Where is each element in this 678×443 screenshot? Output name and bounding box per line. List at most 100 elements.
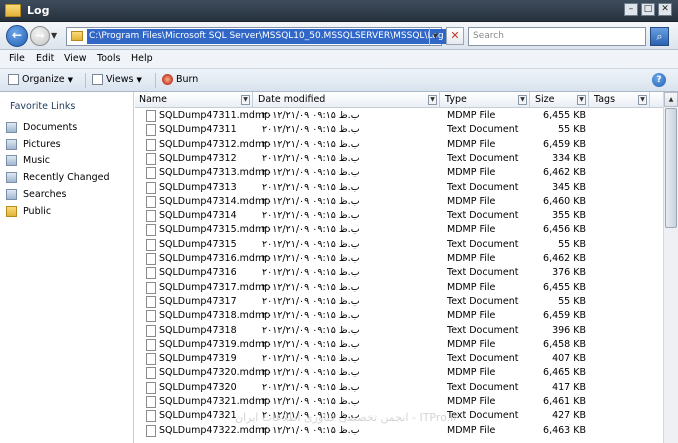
table-row[interactable]: SQLDump47318 ۲۰۱۲/۲۱/۰۹ ب.ظ ۰۹:۱۵ Text Doc… xyxy=(135,324,663,338)
column-header-type[interactable]: Type ▼ xyxy=(441,92,530,108)
file-date: ۲۰۱۲/۲۱/۰۹ ب.ظ ۰۹:۱۵ xyxy=(262,367,360,379)
address-field[interactable]: C:\Program Files\Microsoft SQL Server\MS… xyxy=(66,27,446,46)
recently-changed-icon xyxy=(6,171,17,183)
file-icon xyxy=(146,324,156,337)
menu-tools[interactable]: Tools xyxy=(97,53,120,64)
file-name: SQLDump47314 xyxy=(159,210,237,222)
table-row[interactable]: SQLDump47316 ۲۰۱۲/۲۱/۰۹ ب.ظ ۰۹:۱۵ Text Doc… xyxy=(135,266,663,280)
menu-help[interactable]: Help xyxy=(131,53,153,64)
file-name: SQLDump47321.mdmp xyxy=(159,396,271,407)
chevron-down-icon[interactable]: ▼ xyxy=(518,95,527,105)
file-size: 6,456 KB xyxy=(543,224,586,236)
table-row[interactable]: SQLDump47320.mdmp ۲۰۱۲/۲۱/۰۹ ب.ظ ۰۹:۱۵ MDM… xyxy=(135,366,663,380)
file-icon xyxy=(146,181,156,194)
chevron-down-icon[interactable]: ▼ xyxy=(51,31,57,40)
table-row[interactable]: SQLDump47318.mdmp ۲۰۱۲/۲۱/۰۹ ب.ظ ۰۹:۱۵ MDM… xyxy=(135,309,663,323)
column-header-size[interactable]: Size ▼ xyxy=(531,92,589,108)
file-size: 6,460 KB xyxy=(543,195,586,207)
table-row[interactable]: SQLDump47314 ۲۰۱۲/۲۱/۰۹ ب.ظ ۰۹:۱۵ Text Doc… xyxy=(135,209,663,223)
table-row[interactable]: SQLDump47317.mdmp ۲۰۱۲/۲۱/۰۹ ب.ظ ۰۹:۱۵ MDM… xyxy=(135,281,663,295)
file-size: 55 KB xyxy=(558,295,586,307)
vertical-scrollbar[interactable]: ▲ xyxy=(663,92,678,443)
sidebar-item-recently-changed[interactable]: Recently Changed xyxy=(6,170,110,184)
table-row[interactable]: SQLDump47315 ۲۰۱۲/۲۱/۰۹ ب.ظ ۰۹:۱۵ Text Doc… xyxy=(135,238,663,252)
file-icon xyxy=(146,338,156,351)
sidebar-item-pictures[interactable]: Pictures xyxy=(6,137,61,151)
table-row[interactable]: SQLDump47311.mdmp ۲۰۱۲/۲۱/۰۹ ب.ظ ۰۹:۱۵ MDM… xyxy=(135,109,663,123)
close-button[interactable]: ✕ xyxy=(658,3,672,16)
search-input[interactable]: Search xyxy=(468,27,646,46)
table-row[interactable]: SQLDump47311 ۲۰۱۲/۲۱/۰۹ ب.ظ ۰۹:۱۵ Text Doc… xyxy=(135,123,663,137)
table-row[interactable]: SQLDump47312 ۲۰۱۲/۲۱/۰۹ ب.ظ ۰۹:۱۵ Text Doc… xyxy=(135,152,663,166)
file-size: 355 KB xyxy=(552,210,586,222)
column-header-name[interactable]: Name ▼ xyxy=(135,92,253,108)
burn-button[interactable]: Burn xyxy=(162,74,198,85)
file-name: SQLDump47316 xyxy=(159,267,237,279)
file-name: SQLDump47322.mdmp xyxy=(159,424,271,436)
table-row[interactable]: SQLDump47314.mdmp ۲۰۱۲/۲۱/۰۹ ب.ظ ۰۹:۱۵ MDM… xyxy=(135,195,663,209)
command-bar: Organize ▼ Views ▼ Burn ? xyxy=(0,68,678,92)
table-row[interactable]: SQLDump47320 ۲۰۱۲/۲۱/۰۹ ب.ظ ۰۹:۱۵ Text Doc… xyxy=(135,381,663,395)
file-type: MDMP File xyxy=(447,138,496,150)
help-icon[interactable]: ? xyxy=(652,73,666,87)
file-date: ۲۰۱۲/۲۱/۰۹ ب.ظ ۰۹:۱۵ xyxy=(262,210,360,222)
forward-button[interactable]: → xyxy=(30,26,50,46)
table-row[interactable]: SQLDump47313 ۲۰۱۲/۲۱/۰۹ ب.ظ ۰۹:۱۵ Text Doc… xyxy=(135,181,663,195)
chevron-down-icon[interactable]: ▼ xyxy=(428,95,437,105)
scroll-up-button[interactable]: ▲ xyxy=(664,92,678,107)
file-type: Text Document xyxy=(447,295,519,307)
file-date: ۲۰۱۲/۲۱/۰۹ ب.ظ ۰۹:۱۵ xyxy=(262,424,360,436)
column-header-date[interactable]: Date modified ▼ xyxy=(254,92,440,108)
views-button[interactable]: Views ▼ xyxy=(92,74,142,85)
search-icon[interactable]: ⌕ xyxy=(650,27,669,46)
table-row[interactable]: SQLDump47321.mdmp ۲۰۱۲/۲۱/۰۹ ب.ظ ۰۹:۱۵ MDM… xyxy=(135,395,663,409)
menu-view[interactable]: View xyxy=(64,53,87,64)
chevron-down-icon: ▼ xyxy=(67,75,73,84)
table-row[interactable]: SQLDump47313.mdmp ۲۰۱۲/۲۱/۰۹ ب.ظ ۰۹:۱۵ MDM… xyxy=(135,166,663,180)
file-name: SQLDump47315.mdmp xyxy=(159,224,271,236)
chevron-down-icon[interactable]: ▼ xyxy=(241,95,250,105)
address-path[interactable]: C:\Program Files\Microsoft SQL Server\MS… xyxy=(87,29,446,44)
table-row[interactable]: SQLDump47319 ۲۰۱۲/۲۱/۰۹ ب.ظ ۰۹:۱۵ Text Doc… xyxy=(135,352,663,366)
file-type: Text Document xyxy=(447,181,519,193)
sidebar-item-searches[interactable]: Searches xyxy=(6,187,66,201)
sidebar-item-documents[interactable]: Documents xyxy=(6,120,77,134)
column-label: Name xyxy=(139,94,168,105)
back-button[interactable]: ← xyxy=(6,25,28,47)
column-header-tags[interactable]: Tags ▼ xyxy=(590,92,650,108)
folder-icon xyxy=(6,205,17,217)
menu-file[interactable]: File xyxy=(9,53,25,64)
organize-button[interactable]: Organize ▼ xyxy=(8,74,73,85)
address-dropdown-button[interactable]: ▼ xyxy=(429,28,441,45)
file-date: ۲۰۱۲/۲۱/۰۹ ب.ظ ۰۹:۱۵ xyxy=(262,253,360,264)
sidebar-item-public[interactable]: Public xyxy=(6,204,51,218)
file-type: MDMP File xyxy=(447,110,496,121)
menu-edit[interactable]: Edit xyxy=(36,53,54,64)
scroll-thumb[interactable] xyxy=(665,108,677,228)
chevron-down-icon[interactable]: ▼ xyxy=(638,95,647,105)
chevron-down-icon[interactable]: ▼ xyxy=(577,95,586,105)
table-row[interactable]: SQLDump47319.mdmp ۲۰۱۲/۲۱/۰۹ ب.ظ ۰۹:۱۵ MDM… xyxy=(135,338,663,352)
table-row[interactable]: SQLDump47315.mdmp ۲۰۱۲/۲۱/۰۹ ب.ظ ۰۹:۱۵ MDM… xyxy=(135,223,663,237)
table-row[interactable]: SQLDump47322.mdmp ۲۰۱۲/۲۱/۰۹ ب.ظ ۰۹:۱۵ MDM… xyxy=(135,424,663,438)
stop-button[interactable]: ✕ xyxy=(446,27,464,45)
minimize-button[interactable]: – xyxy=(624,3,638,16)
file-date: ۲۰۱۲/۲۱/۰۹ ب.ظ ۰۹:۱۵ xyxy=(262,281,360,293)
file-type: MDMP File xyxy=(447,310,496,322)
maximize-button[interactable]: □ xyxy=(641,3,655,16)
menu-bar: File Edit View Tools Help xyxy=(0,50,678,68)
sidebar-item-label: Pictures xyxy=(23,138,61,150)
file-size: 6,461 KB xyxy=(543,396,586,407)
file-icon xyxy=(146,410,156,423)
table-row[interactable]: SQLDump47316.mdmp ۲۰۱۲/۲۱/۰۹ ب.ظ ۰۹:۱۵ MDM… xyxy=(135,252,663,266)
file-date: ۲۰۱۲/۲۱/۰۹ ب.ظ ۰۹:۱۵ xyxy=(262,324,360,336)
file-size: 417 KB xyxy=(552,381,586,393)
file-name: SQLDump47318.mdmp xyxy=(159,310,271,322)
table-row[interactable]: SQLDump47312.mdmp ۲۰۱۲/۲۱/۰۹ ب.ظ ۰۹:۱۵ MDM… xyxy=(135,138,663,152)
sidebar-item-music[interactable]: Music xyxy=(6,153,50,167)
file-size: 55 KB xyxy=(558,124,586,136)
file-date: ۲۰۱۲/۲۱/۰۹ ب.ظ ۰۹:۱۵ xyxy=(262,224,360,236)
file-size: 6,462 KB xyxy=(543,167,586,179)
file-type: Text Document xyxy=(447,210,519,222)
table-row[interactable]: SQLDump47317 ۲۰۱۲/۲۱/۰۹ ب.ظ ۰۹:۱۵ Text Doc… xyxy=(135,295,663,309)
